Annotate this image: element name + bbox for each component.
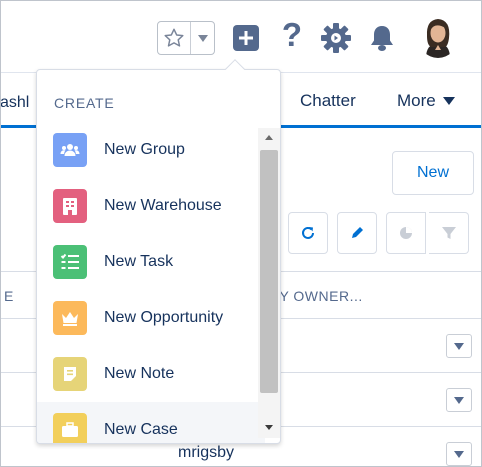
nav-tab-chatter[interactable]: Chatter bbox=[300, 91, 356, 111]
menu-item-label: New Note bbox=[104, 365, 175, 382]
nav-more-button[interactable]: More bbox=[397, 91, 455, 111]
task-list-icon bbox=[53, 245, 87, 279]
caret-down-icon bbox=[454, 450, 464, 458]
notifications-button[interactable] bbox=[367, 23, 397, 53]
building-icon bbox=[53, 189, 87, 223]
group-icon bbox=[53, 133, 87, 167]
crown-icon bbox=[53, 301, 87, 335]
menu-item-label: New Case bbox=[104, 421, 178, 438]
pie-chart-icon bbox=[400, 227, 412, 239]
scroll-thumb[interactable] bbox=[260, 150, 278, 393]
filter-button[interactable] bbox=[429, 212, 469, 254]
menu-item-new-task[interactable]: New Task bbox=[37, 234, 265, 290]
favorites-button-group bbox=[157, 21, 215, 55]
favorites-button[interactable] bbox=[158, 22, 192, 54]
star-icon bbox=[164, 28, 184, 47]
row-owner-cell[interactable]: mrigsby bbox=[178, 444, 234, 462]
menu-item-new-case[interactable]: New Case bbox=[37, 402, 265, 443]
scroll-up-arrow[interactable] bbox=[263, 132, 275, 142]
gear-icon bbox=[321, 23, 351, 53]
briefcase-icon bbox=[53, 413, 87, 443]
menu-item-label: New Opportunity bbox=[104, 309, 224, 326]
user-avatar[interactable] bbox=[418, 16, 458, 58]
row-actions-button[interactable] bbox=[446, 388, 472, 412]
favorites-menu-button[interactable] bbox=[191, 22, 214, 54]
row-actions-button[interactable] bbox=[446, 442, 472, 466]
row-actions-button[interactable] bbox=[446, 334, 472, 358]
refresh-icon bbox=[302, 226, 314, 239]
global-create-menu: CREATE New Group New Warehouse New Task … bbox=[36, 69, 281, 444]
scroll-down-arrow[interactable] bbox=[263, 422, 275, 432]
caret-down-icon bbox=[442, 97, 455, 105]
inline-edit-button[interactable] bbox=[337, 212, 377, 254]
filter-icon bbox=[441, 227, 456, 239]
caret-down-icon bbox=[197, 34, 208, 42]
question-icon: ? bbox=[281, 16, 303, 53]
new-button[interactable]: New bbox=[392, 151, 474, 195]
plus-icon bbox=[239, 31, 253, 45]
bell-icon bbox=[371, 26, 393, 51]
chart-button[interactable] bbox=[386, 212, 426, 254]
menu-title: CREATE bbox=[54, 95, 115, 111]
menu-item-new-opportunity[interactable]: New Opportunity bbox=[37, 290, 265, 346]
column-header[interactable]: E bbox=[4, 288, 14, 304]
menu-item-new-warehouse[interactable]: New Warehouse bbox=[37, 178, 265, 234]
menu-item-label: New Warehouse bbox=[104, 197, 222, 214]
global-create-button[interactable] bbox=[233, 25, 259, 51]
menu-item-new-group[interactable]: New Group bbox=[37, 122, 265, 178]
caret-down-icon bbox=[454, 342, 464, 350]
menu-item-label: New Group bbox=[104, 141, 185, 158]
note-icon bbox=[53, 357, 87, 391]
nav-tab-dashboards[interactable]: ashl bbox=[0, 94, 29, 112]
avatar-image bbox=[418, 16, 458, 58]
menu-item-new-note[interactable]: New Note bbox=[37, 346, 265, 402]
caret-down-icon bbox=[454, 396, 464, 404]
menu-scrollbar[interactable] bbox=[258, 128, 280, 438]
menu-item-label: New Task bbox=[104, 253, 174, 270]
refresh-button[interactable] bbox=[288, 212, 328, 254]
global-header: ? bbox=[0, 0, 482, 72]
pencil-icon bbox=[352, 227, 363, 238]
nav-more-label: More bbox=[397, 91, 436, 110]
setup-button[interactable] bbox=[319, 21, 353, 55]
help-button[interactable]: ? bbox=[278, 16, 306, 53]
